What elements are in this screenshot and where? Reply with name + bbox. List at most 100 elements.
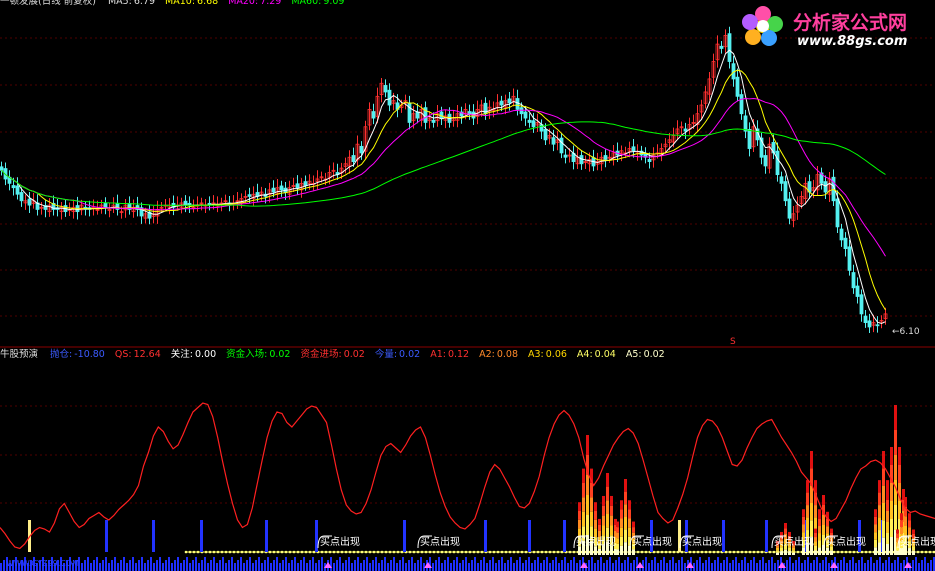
spike-3-2-5 <box>792 552 795 555</box>
candle-body-219 <box>875 324 880 327</box>
spike-7-0-2 <box>894 455 897 480</box>
indicator_legend-value-3: 0.00 <box>194 349 217 360</box>
base-bar-507 <box>507 560 509 571</box>
base-bar-150 <box>150 557 152 571</box>
spike-2--1-4 <box>620 536 623 546</box>
spike-7--1-3 <box>890 501 893 519</box>
spike-0-2-1 <box>594 511 597 520</box>
base-bar-189 <box>189 563 191 571</box>
base-bar-459 <box>459 563 461 571</box>
base-bar-213 <box>213 557 215 571</box>
base-bar-276 <box>276 557 278 571</box>
base-bar-456 <box>456 557 458 571</box>
spike-1-0-3 <box>606 514 609 528</box>
spike-5--2-4 <box>814 546 817 551</box>
moving-average-lines <box>1 49 886 325</box>
spike-2--1-1 <box>620 509 623 519</box>
spike-8--1-1 <box>900 520 903 528</box>
spike-4--2-1 <box>802 516 805 525</box>
spike-2--2-5 <box>616 549 619 555</box>
base-bar-177 <box>177 557 179 571</box>
candle-body-211 <box>843 237 848 250</box>
base-bar-420 <box>420 557 422 571</box>
base-bar-480 <box>480 560 482 571</box>
spike-6--2-3 <box>874 532 877 540</box>
spike-7--2-3 <box>886 522 889 533</box>
spike-5--1-4 <box>818 540 821 548</box>
base-bar-525 <box>525 560 527 571</box>
base-bar-630 <box>630 563 632 571</box>
base-bar-360 <box>360 563 362 571</box>
base-bar-549 <box>549 563 551 571</box>
top_legend-label-3: MA20: <box>228 0 259 7</box>
indicator_legend-label-7: A1: <box>430 349 446 360</box>
spike-8-1-0 <box>908 513 911 521</box>
candle-body-7 <box>27 198 32 206</box>
base-bar-204 <box>204 557 206 571</box>
spike-0--1-3 <box>582 511 585 527</box>
spike-1-1-3 <box>610 525 613 536</box>
candle-body-215 <box>859 294 864 315</box>
base-bar-519 <box>519 557 521 571</box>
candle-body-210 <box>839 228 844 241</box>
base-bar-477 <box>477 563 479 571</box>
base-bar-885 <box>885 560 887 571</box>
base-bar-234 <box>234 563 236 571</box>
base-bar-615 <box>615 560 617 571</box>
base-bar-306 <box>306 563 308 571</box>
candle-body-102 <box>407 102 412 123</box>
indicator_legend-label-3: 关注: <box>170 349 193 360</box>
base-bar-705 <box>705 560 707 571</box>
brand-logo: 分析家公式网 www.88gs.com <box>735 2 935 52</box>
spike-3-0-1 <box>784 528 787 534</box>
base-bar-924 <box>924 557 926 571</box>
indicator_legend-value-5: 0.02 <box>343 349 365 360</box>
base-bar-408 <box>408 560 410 571</box>
spike-7-0-4 <box>894 505 897 530</box>
base-bar-726 <box>726 557 728 571</box>
candle-body-171 <box>683 128 688 132</box>
buy-signal-text-7: 买点出现 <box>900 535 935 548</box>
indicator_legend-label-11: A5: <box>625 349 642 360</box>
base-bar-279 <box>279 563 281 571</box>
spike-7-1-0 <box>898 447 901 465</box>
base-bar-405 <box>405 563 407 571</box>
spike-6--2-1 <box>874 516 877 525</box>
candle-body-62 <box>247 194 252 197</box>
candle-body-108 <box>431 119 436 123</box>
base-bar-489 <box>489 560 491 571</box>
base-bar-351 <box>351 563 353 571</box>
ma-line-ma60 <box>1 121 886 207</box>
spike-8--1-0 <box>900 513 903 521</box>
spike-4-1-3 <box>814 517 817 531</box>
spike-2-2-0 <box>632 521 635 528</box>
buy-signal-text-5: 买点出现 <box>774 535 814 548</box>
spike-4--2-0 <box>802 509 805 517</box>
base-bar-354 <box>354 560 356 571</box>
top_legend-label-4: MA60: <box>291 0 322 7</box>
base-bar-246 <box>246 560 248 571</box>
indicator-gridlines <box>0 405 935 504</box>
base-bar-465 <box>465 557 467 571</box>
base-bar-195 <box>195 557 197 571</box>
base-bar-510 <box>510 557 512 571</box>
candle-body-26 <box>103 202 108 208</box>
spike-2-0-1 <box>624 491 627 505</box>
indicator_legend-value-1: -10.80 <box>74 349 105 360</box>
blue-bar-8 <box>528 520 531 552</box>
spike-6--2-0 <box>874 509 877 517</box>
candle-body-46 <box>183 200 188 206</box>
indicator_legend-value-10: 0.04 <box>594 349 616 360</box>
base-bar-864 <box>864 563 866 571</box>
base-bar-741 <box>741 560 743 571</box>
indicator_legend-label-0: 牛股预演 <box>0 349 39 360</box>
base-bar-249 <box>249 557 251 571</box>
qs-line-path <box>0 402 935 550</box>
base-bar-849 <box>849 560 851 571</box>
spike-0--1-2 <box>582 497 585 512</box>
base-bar-183 <box>183 560 185 571</box>
base-bar-252 <box>252 563 254 571</box>
base-bar-300 <box>300 560 302 571</box>
base-bar-612 <box>612 563 614 571</box>
base-bar-735 <box>735 557 737 571</box>
